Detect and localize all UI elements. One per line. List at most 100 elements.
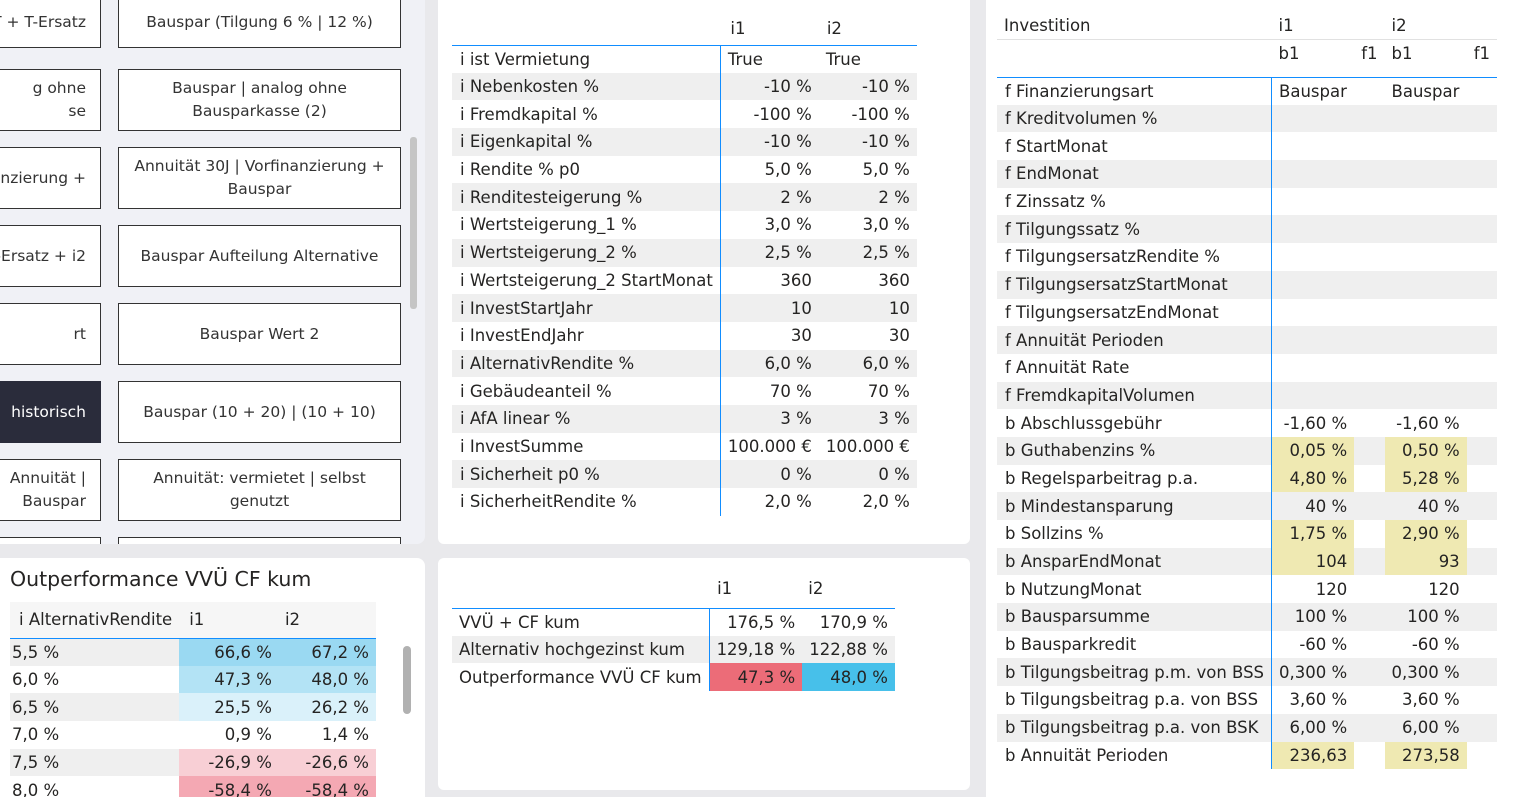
invest-group-header-i1[interactable]: i1: [1272, 12, 1385, 39]
invest-value-i1-b1: 0,300 %: [1271, 658, 1355, 687]
scenario-button-left-6[interactable]: Annuität | Bauspar: [0, 459, 101, 521]
outperf-row[interactable]: 7,0 % 0,9 % 1,4 %: [10, 721, 376, 749]
inputs-row[interactable]: i AfA linear % 3 % 3 %: [452, 404, 917, 433]
invest-row[interactable]: f Tilgungssatz %: [997, 215, 1497, 244]
invest-row[interactable]: b Annuität Perioden 236,63 273,58: [997, 741, 1497, 770]
summary-col-header-i1[interactable]: i1: [709, 570, 803, 609]
outperf-corner-header[interactable]: i AlternativRendite: [10, 602, 180, 639]
invest-row[interactable]: b Abschlussgebühr -1,60 % -1,60 %: [997, 409, 1497, 437]
inputs-row[interactable]: i Fremdkapital % -100 % -100 %: [452, 100, 917, 129]
inputs-row[interactable]: i InvestSumme 100.000 € 100.000 €: [452, 432, 917, 461]
invest-row[interactable]: f Finanzierungsart Bauspar Bauspar: [997, 77, 1497, 105]
invest-row[interactable]: b Bausparkredit -60 % -60 %: [997, 630, 1497, 659]
inputs-row-label: i Fremdkapital %: [460, 104, 598, 124]
invest-row[interactable]: f TilgungsersatzStartMonat: [997, 270, 1497, 299]
scenario-button-left-3[interactable]: T-Ersatz + i2: [0, 225, 101, 287]
invest-row[interactable]: f Annuität Perioden: [997, 326, 1497, 354]
inputs-row[interactable]: i Wertsteigerung_2 StartMonat 360 360: [452, 266, 917, 295]
invest-row[interactable]: b Mindestansparung 40 % 40 %: [997, 492, 1497, 520]
inputs-row[interactable]: i Sicherheit p0 % 0 % 0 %: [452, 460, 917, 488]
inputs-row[interactable]: i Wertsteigerung_2 % 2,5 % 2,5 %: [452, 238, 917, 267]
scenario-button-left-0[interactable]: T + T-Ersatz: [0, 0, 101, 48]
scenario-button-right-0[interactable]: Bauspar (Tilgung 6 % | 12 %): [118, 0, 401, 48]
scenario-button-partial-1[interactable]: [118, 537, 401, 544]
invest-row[interactable]: f Kreditvolumen %: [997, 104, 1497, 133]
invest-value-i1-f1: [1354, 326, 1385, 354]
scenario-button-left-1[interactable]: g ohne se: [0, 69, 101, 131]
slicer-scrollbar[interactable]: [410, 137, 417, 309]
inputs-row[interactable]: i Eigenkapital % -10 % -10 %: [452, 128, 917, 156]
invest-row[interactable]: b Bausparsumme 100 % 100 %: [997, 603, 1497, 631]
inputs-row[interactable]: i ist Vermietung True True: [452, 45, 917, 73]
invest-row[interactable]: f EndMonat: [997, 160, 1497, 188]
inputs-row[interactable]: i InvestEndJahr 30 30: [452, 321, 917, 350]
invest-row[interactable]: f FremdkapitalVolumen: [997, 381, 1497, 410]
outperf-col-header-i1[interactable]: i1: [179, 602, 279, 639]
inputs-value-i2: 2 %: [818, 183, 917, 212]
inputs-value-i2: 2,0 %: [862, 492, 910, 512]
invest-row[interactable]: b Sollzins % 1,75 % 2,90 %: [997, 520, 1497, 548]
scenario-button-right-4[interactable]: Bauspar Wert 2: [118, 303, 401, 365]
invest-subheader-b1-i2[interactable]: b1: [1384, 39, 1467, 78]
invest-row[interactable]: f TilgungsersatzRendite %: [997, 243, 1497, 271]
inputs-value-i2: 100.000 €: [825, 436, 910, 456]
outperformance-title: Outperformance VVÜ CF kum: [10, 567, 312, 591]
inputs-row[interactable]: i Nebenkosten % -10 % -10 %: [452, 72, 917, 101]
invest-subheader-b1-i1[interactable]: b1: [1271, 39, 1355, 78]
scenario-button-left-5[interactable]: historisch: [0, 381, 101, 443]
invest-subheader-f1-i1[interactable]: f1: [1354, 39, 1385, 78]
invest-row[interactable]: b Tilgungsbeitrag p.a. von BSS 3,60 % 3,60…: [997, 686, 1497, 714]
scenario-button-left-2[interactable]: anzierung +: [0, 147, 101, 209]
invest-value-i2-f1: [1467, 465, 1497, 493]
scenario-button-partial-0[interactable]: [0, 537, 101, 544]
scenario-button-right-6[interactable]: Annuität: vermietet | selbst genutzt: [118, 459, 401, 521]
outperf-row[interactable]: 6,0 % 47,3 % 48,0 %: [10, 665, 376, 694]
outperf-row[interactable]: 7,5 % -26,9 % -26,6 %: [10, 748, 376, 777]
invest-subheader-f1-i2[interactable]: f1: [1466, 39, 1497, 78]
outperf-col-header-i2[interactable]: i2: [278, 602, 376, 639]
summary-row[interactable]: VVÜ + CF kum 176,5 % 170,9 %: [452, 608, 895, 636]
summary-row[interactable]: Alternativ hochgezinst kum 129,18 % 122,88…: [452, 635, 895, 664]
outperf-scrollbar[interactable]: [403, 646, 411, 714]
inputs-value-i1: True: [719, 45, 819, 73]
invest-row[interactable]: b Tilgungsbeitrag p.a. von BSK 6,00 % 6,00…: [997, 713, 1497, 742]
invest-row[interactable]: b Guthabenzins % 0,05 % 0,50 %: [997, 436, 1497, 465]
inputs-row[interactable]: i Wertsteigerung_1 % 3,0 % 3,0 %: [452, 211, 917, 239]
outperf-row[interactable]: 6,5 % 25,5 % 26,2 %: [10, 693, 376, 722]
invest-row[interactable]: f TilgungsersatzEndMonat: [997, 298, 1497, 327]
invest-row[interactable]: f Zinssatz %: [997, 187, 1497, 216]
inputs-col-header-i1[interactable]: i1: [720, 12, 819, 46]
invest-row-label: f FremdkapitalVolumen: [997, 381, 1272, 410]
scenario-button-left-4[interactable]: rt: [0, 303, 101, 365]
inputs-row[interactable]: i Rendite % p0 5,0 % 5,0 %: [452, 155, 917, 184]
invest-value-i1-f1: [1354, 631, 1384, 659]
invest-row[interactable]: b Tilgungsbeitrag p.m. von BSS 0,300 % 0,3…: [997, 658, 1497, 687]
summary-value-i1: 47,3 %: [708, 663, 803, 692]
inputs-value-i2: 3 %: [818, 404, 917, 433]
invest-row[interactable]: b Regelsparbeitrag p.a. 4,80 % 5,28 %: [997, 464, 1497, 493]
invest-value-i2-b1: [1384, 160, 1467, 188]
summary-col-header-i2[interactable]: i2: [802, 570, 895, 609]
inputs-row[interactable]: i Renditesteigerung % 2 % 2 %: [452, 183, 917, 212]
scenario-button-right-2[interactable]: Annuität 30J | Vorfinanzierung + Bauspar: [118, 147, 401, 209]
invest-row[interactable]: b NutzungMonat 120 120: [997, 575, 1497, 604]
inputs-row[interactable]: i AlternativRendite % 6,0 % 6,0 %: [452, 349, 917, 378]
summary-row[interactable]: Outperformance VVÜ CF kum 47,3 % 48,0 %: [452, 663, 895, 692]
scenario-button-right-1[interactable]: Bauspar | analog ohne Bausparkasse (2): [118, 69, 401, 131]
outperf-row[interactable]: 8,0 % -58,4 % -58,4 %: [10, 776, 376, 797]
inputs-row[interactable]: i InvestStartJahr 10 10: [452, 294, 917, 322]
invest-row[interactable]: b AnsparEndMonat 104 93: [997, 547, 1497, 576]
invest-row[interactable]: f Annuität Rate: [997, 353, 1497, 382]
scenario-button-right-5[interactable]: Bauspar (10 + 20) | (10 + 10): [118, 381, 401, 443]
scenario-button-right-3[interactable]: Bauspar Aufteilung Alternative: [118, 225, 401, 287]
invest-row[interactable]: f StartMonat: [997, 132, 1497, 161]
inputs-row[interactable]: i SicherheitRendite % 2,0 % 2,0 %: [452, 488, 917, 516]
summary-value-i2: 170,9 %: [819, 612, 888, 632]
inputs-row-label: i SicherheitRendite %: [460, 492, 637, 512]
invest-value-i2-f1: [1466, 326, 1497, 354]
invest-group-header-i2[interactable]: i2: [1385, 12, 1497, 39]
inputs-row[interactable]: i Gebäudeanteil % 70 % 70 %: [452, 377, 917, 405]
outperf-row[interactable]: 5,5 % 66,6 % 67,2 %: [10, 638, 376, 666]
inputs-value-i2: -100 %: [851, 104, 910, 124]
inputs-col-header-i2[interactable]: i2: [818, 12, 917, 46]
